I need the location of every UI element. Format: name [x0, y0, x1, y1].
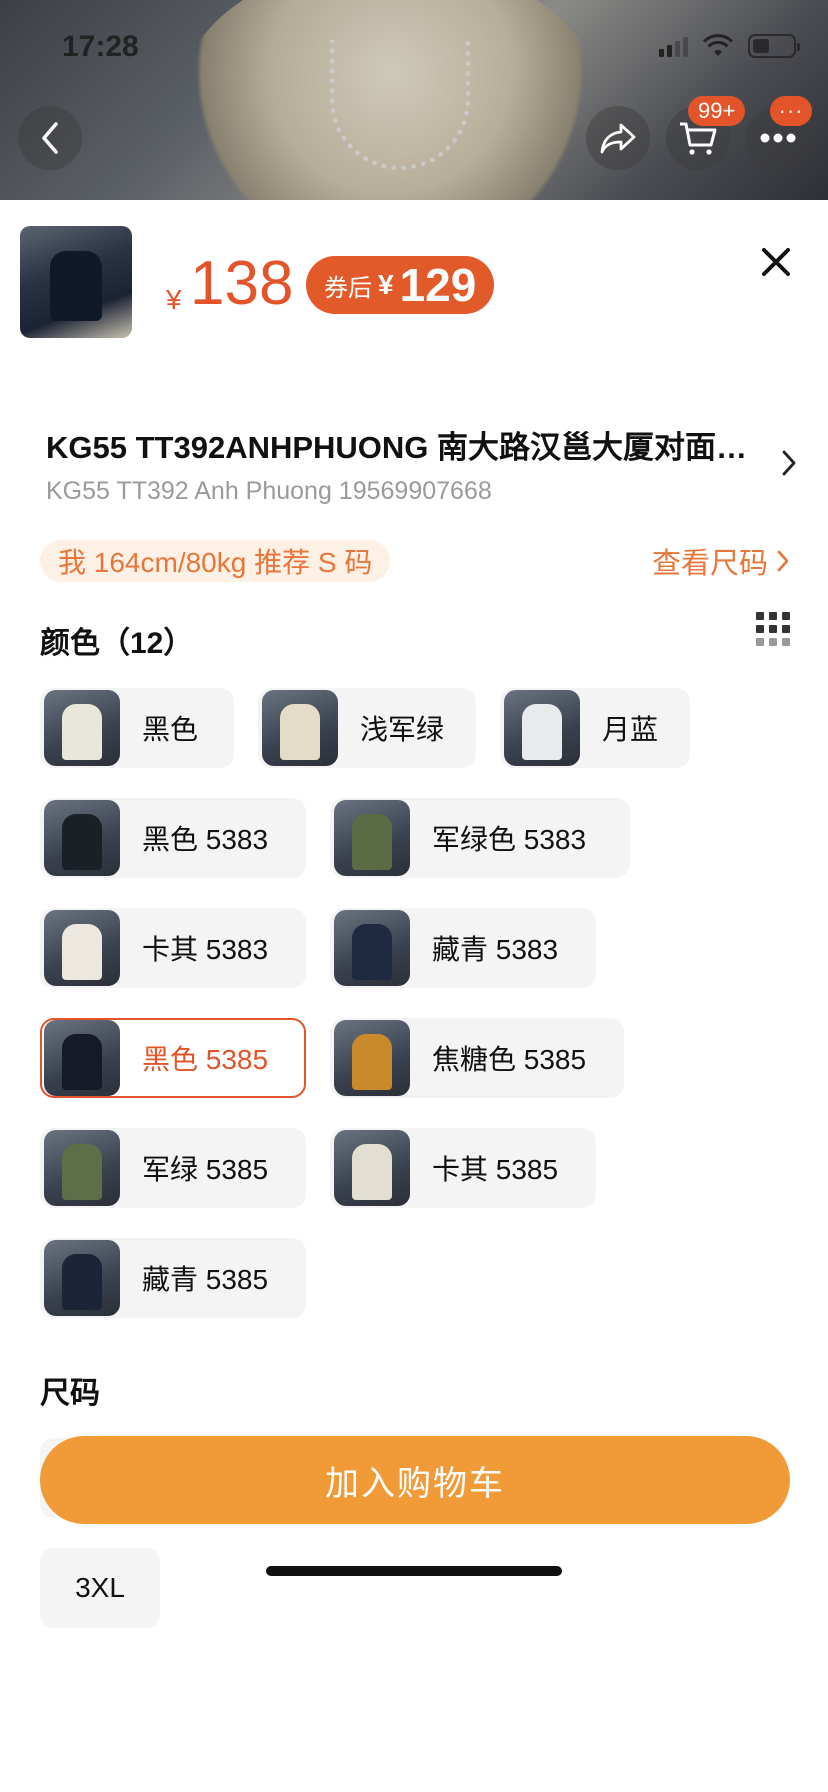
shipping-address[interactable]: KG55 TT392ANHPHUONG 南大路汉邕大厦对面… KG55 TT39… — [46, 422, 766, 506]
color-section-title: 颜色（12） — [40, 627, 194, 660]
color-option-image — [44, 800, 120, 876]
color-option-label: 卡其 5383 — [142, 934, 269, 965]
color-option-image — [334, 1020, 410, 1096]
coupon-price-pill: 券后 ¥ 129 — [306, 256, 495, 314]
grid-view-icon[interactable] — [756, 612, 790, 646]
color-option-label: 黑色 5385 — [142, 1044, 269, 1075]
more-dots-icon — [760, 133, 796, 143]
color-option-label: 卡其 5385 — [432, 1154, 559, 1185]
color-option[interactable]: 焦糖色 5385 — [330, 1018, 624, 1098]
sku-selection-panel: ¥ 138 券后 ¥ 129 KG55 TT392ANHPHUONG 南大路汉邕… — [0, 200, 828, 1792]
color-option-label: 月蓝 — [602, 714, 659, 745]
chevron-left-icon — [42, 122, 58, 154]
color-option[interactable]: 藏青 5385 — [40, 1238, 306, 1318]
color-option-image — [44, 910, 120, 986]
size-chart-label: 查看尺码 — [651, 548, 768, 580]
color-option[interactable]: 浅军绿 — [258, 688, 476, 768]
share-button[interactable] — [586, 106, 650, 170]
price-currency: ¥ — [166, 284, 182, 315]
color-option-image — [504, 690, 580, 766]
color-option-label: 军绿 5385 — [142, 1154, 269, 1185]
address-title: KG55 TT392ANHPHUONG 南大路汉邕大厦对面… — [46, 430, 748, 465]
home-indicator — [266, 1566, 562, 1576]
color-option[interactable]: 黑色 5383 — [40, 798, 306, 878]
back-button[interactable] — [18, 106, 82, 170]
product-photo-header: 17:28 99+ ··· — [0, 0, 828, 200]
color-option[interactable]: 卡其 5383 — [40, 908, 306, 988]
color-option-image — [262, 690, 338, 766]
cart-count-badge: 99+ — [688, 96, 746, 126]
coupon-label: 券后 — [324, 274, 372, 302]
size-option[interactable]: 3XL — [40, 1548, 160, 1628]
message-badge: ··· — [770, 96, 812, 126]
color-option-image — [44, 1240, 120, 1316]
color-option[interactable]: 卡其 5385 — [330, 1128, 596, 1208]
share-icon — [600, 123, 636, 154]
coupon-price: 129 — [399, 259, 477, 311]
size-section-title: 尺码 — [40, 1377, 100, 1410]
color-option-image — [334, 910, 410, 986]
chevron-right-icon[interactable] — [780, 448, 798, 478]
color-option[interactable]: 黑色 — [40, 688, 234, 768]
address-subtitle: KG55 TT392 Anh Phuong 19569907668 — [46, 477, 492, 505]
color-option-label: 浅军绿 — [360, 714, 445, 745]
battery-icon — [748, 34, 800, 58]
color-option-image — [334, 1130, 410, 1206]
color-option[interactable]: 黑色 5385 — [40, 1018, 306, 1098]
product-thumbnail[interactable] — [20, 226, 132, 338]
color-option-label: 黑色 5383 — [142, 824, 269, 855]
color-option[interactable]: 军绿色 5383 — [330, 798, 630, 878]
close-icon[interactable] — [756, 242, 796, 282]
color-option-label: 焦糖色 5385 — [432, 1044, 587, 1075]
color-option-image — [44, 1130, 120, 1206]
view-size-chart-link[interactable]: 查看尺码 — [652, 540, 790, 582]
color-option[interactable]: 月蓝 — [500, 688, 690, 768]
color-option-image — [44, 1020, 120, 1096]
color-option-label: 军绿色 5383 — [432, 824, 587, 855]
chevron-right-icon — [777, 550, 789, 572]
price-value: 138 — [190, 249, 294, 318]
coupon-currency: ¥ — [378, 269, 394, 300]
color-option-label: 藏青 5383 — [432, 934, 559, 965]
color-option[interactable]: 藏青 5383 — [330, 908, 596, 988]
color-option-label: 黑色 — [142, 714, 199, 745]
add-to-cart-button[interactable]: 加入购物车 — [40, 1436, 790, 1524]
color-option[interactable]: 军绿 5385 — [40, 1128, 306, 1208]
wifi-icon — [702, 34, 734, 56]
signal-icon — [659, 35, 688, 57]
status-time: 17:28 — [62, 30, 139, 63]
color-option-image — [334, 800, 410, 876]
color-option-image — [44, 690, 120, 766]
size-recommendation: 我 164cm/80kg 推荐 S 码 — [40, 540, 391, 582]
color-option-label: 藏青 5385 — [142, 1264, 269, 1295]
status-icons — [659, 34, 800, 58]
